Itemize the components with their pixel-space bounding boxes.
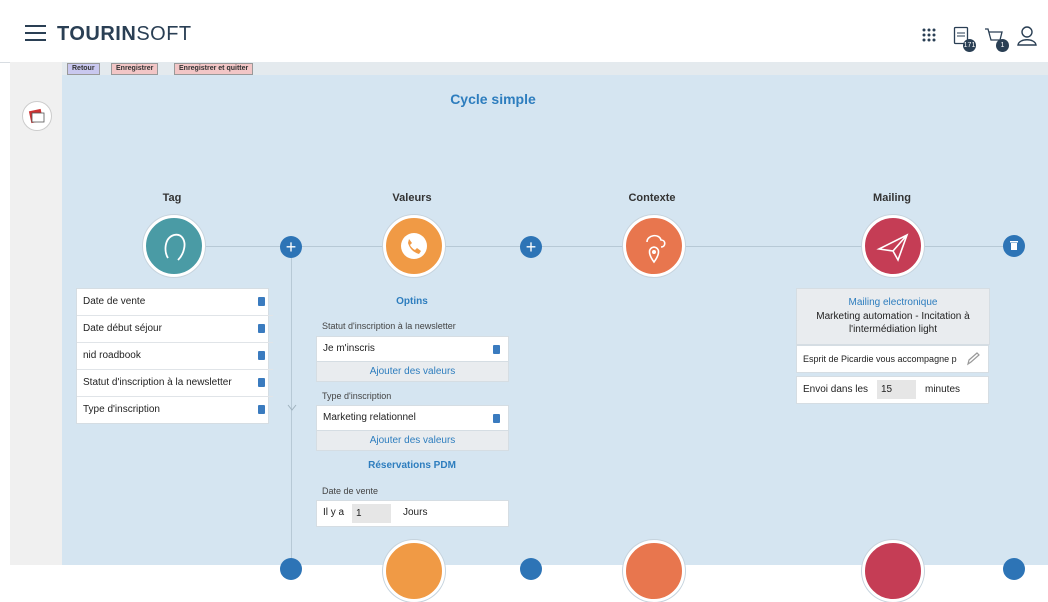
cart-button[interactable]: 1 (984, 27, 1010, 52)
weather-location-icon (646, 234, 666, 264)
add-step-button[interactable] (280, 558, 302, 580)
trash-icon[interactable] (258, 351, 265, 360)
type-label: Type d'inscription (322, 391, 392, 401)
column-label-tag: Tag (162, 192, 182, 204)
mailing-name: Marketing automation - Incitation à l'in… (816, 311, 970, 335)
action-bar: Retour Enregistrer Enregistrer et quitte… (62, 62, 1048, 75)
newsletter-value[interactable]: Je m'inscris (316, 336, 509, 362)
mailing-summary[interactable]: Mailing electronique Marketing automatio… (796, 288, 990, 345)
user-icon[interactable] (1016, 25, 1038, 47)
delete-step-button[interactable] (1003, 558, 1025, 580)
apps-grid-icon[interactable] (922, 28, 936, 42)
contexte-node[interactable] (623, 215, 685, 277)
list-item[interactable]: Date début séjour (77, 316, 273, 343)
trash-icon[interactable] (258, 324, 265, 333)
add-step-button[interactable]: + (520, 236, 542, 258)
back-button[interactable]: Retour (67, 63, 100, 75)
minutes-input[interactable]: 15 (877, 380, 916, 399)
optins-title: Optins (396, 296, 428, 307)
menu-icon[interactable] (25, 25, 46, 41)
mailing-node[interactable] (862, 215, 924, 277)
head-icon (164, 233, 186, 261)
list-item[interactable]: Type d'inscription (77, 397, 273, 423)
brand-logo[interactable]: TOURINSOFT (57, 23, 192, 46)
tasks-button[interactable]: 171 (953, 25, 977, 52)
tag-list: Date de vente Date début séjour nid road… (76, 288, 273, 424)
top-bar: TOURINSOFT 171 1 (0, 0, 1048, 63)
add-values-button[interactable]: Ajouter des valeurs (316, 361, 509, 382)
pencil-icon[interactable] (965, 351, 981, 367)
trash-icon (1010, 241, 1018, 250)
column-label-valeurs: Valeurs (392, 192, 432, 204)
trash-icon[interactable] (258, 405, 265, 414)
phone-icon (401, 233, 427, 259)
save-quit-button[interactable]: Enregistrer et quitter (174, 63, 254, 75)
list-item[interactable]: Date de vente (77, 289, 273, 316)
mailing-kind: Mailing electronique (848, 297, 938, 308)
days-input[interactable]: 1 (352, 504, 391, 523)
type-value[interactable]: Marketing relationnel (316, 405, 509, 431)
save-button[interactable]: Enregistrer (111, 63, 159, 75)
valeurs-node[interactable] (383, 215, 445, 277)
column-label-mailing: Mailing (873, 192, 911, 204)
cycle-title: Cycle simple (450, 91, 536, 107)
cart-badge: 1 (996, 39, 1009, 52)
trash-icon[interactable] (258, 297, 265, 306)
list-item[interactable]: Statut d'inscription à la newsletter (77, 370, 273, 397)
chevron-down-icon[interactable] (287, 404, 297, 412)
tasks-badge: 171 (963, 39, 976, 52)
reservations-title: Réservations PDM (368, 460, 456, 471)
contexte-node[interactable] (623, 540, 685, 602)
sale-date-label: Date de vente (322, 486, 379, 496)
list-item[interactable]: nid roadbook (77, 343, 273, 370)
valeurs-node[interactable] (383, 540, 445, 602)
mailing-delay-row: Envoi dans les 15 minutes (796, 376, 989, 404)
tag-node[interactable] (143, 215, 205, 277)
mailing-node[interactable] (862, 540, 924, 602)
add-step-button[interactable]: + (280, 236, 302, 258)
add-values-button[interactable]: Ajouter des valeurs (316, 430, 509, 451)
mailing-subject-field[interactable]: Esprit de Picardie vous accompagne p (796, 345, 989, 373)
trash-icon[interactable] (258, 378, 265, 387)
trash-icon[interactable] (493, 345, 500, 354)
newsletter-label: Statut d'inscription à la newsletter (322, 321, 456, 331)
sale-date-row: Il y a 1 Jours (316, 500, 509, 527)
delete-step-button[interactable] (1003, 235, 1025, 257)
column-label-contexte: Contexte (628, 192, 676, 204)
add-step-button[interactable] (520, 558, 542, 580)
paper-plane-icon (876, 233, 909, 262)
left-rail (10, 62, 63, 565)
trash-icon[interactable] (493, 414, 500, 423)
